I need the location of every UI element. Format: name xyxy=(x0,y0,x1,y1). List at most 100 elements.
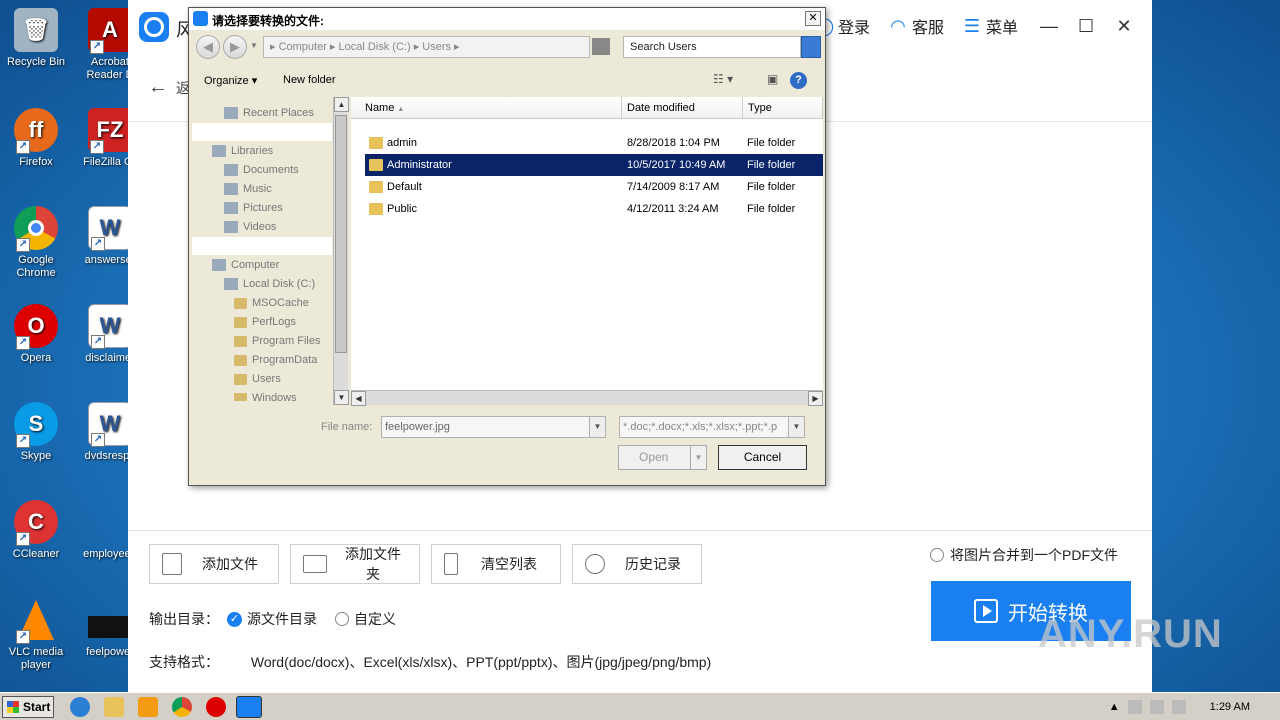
maximize-icon[interactable]: ☐ xyxy=(1078,16,1094,37)
customer-service-button[interactable]: ◠ 客服 xyxy=(888,14,944,38)
column-date-header[interactable]: Date modified xyxy=(622,97,743,119)
organize-label: Organize xyxy=(204,75,249,87)
network-icon[interactable] xyxy=(1149,700,1164,714)
nav-recent-places[interactable]: Recent Places xyxy=(224,107,314,119)
opera-icon[interactable] xyxy=(206,697,226,717)
column-type-header[interactable]: Type xyxy=(743,97,823,119)
scroll-left-icon[interactable]: ◀ xyxy=(351,391,366,406)
menu-button[interactable]: ☰ 菜单 xyxy=(962,14,1018,38)
dialog-title-bar: 请选择要转换的文件: ✕ xyxy=(189,8,825,30)
file-row[interactable]: admin 8/28/2018 1:04 PM File folder xyxy=(365,132,823,154)
nav-scrollbar[interactable]: ▲ ▼ xyxy=(333,97,349,405)
search-input[interactable]: Search Users xyxy=(623,36,801,58)
forward-nav-icon[interactable]: ▶ xyxy=(223,35,247,59)
history-button[interactable]: 历史记录 xyxy=(572,544,702,584)
add-folder-button[interactable]: 添加文件夹 xyxy=(290,544,420,584)
minimize-icon[interactable]: — xyxy=(1040,16,1058,37)
clock[interactable]: 1:29 AM xyxy=(1210,701,1250,713)
login-label: 登录 xyxy=(837,20,870,37)
view-options-icon[interactable]: ☷ ▾ xyxy=(713,72,733,86)
speaker-icon[interactable] xyxy=(1127,700,1142,714)
file-row-name: Public xyxy=(387,203,417,215)
nav-folder[interactable]: ProgramData xyxy=(234,354,317,366)
scroll-up-icon[interactable]: ▲ xyxy=(334,97,349,112)
desktop-icon-chrome[interactable]: ↗ Google Chrome xyxy=(0,206,72,280)
desktop-icon-skype[interactable]: S ↗ Skype xyxy=(0,402,72,463)
address-bar[interactable]: ▸ Computer ▸ Local Disk (C:) ▸ Users ▸ xyxy=(263,36,590,58)
list-hscrollbar[interactable]: ◀ ▶ xyxy=(351,390,823,406)
recent-places-icon xyxy=(224,107,238,119)
output-custom-option[interactable]: 自定义 xyxy=(335,609,396,629)
scroll-right-icon[interactable]: ▶ xyxy=(808,391,823,406)
filezilla-icon: FZ ↗ xyxy=(88,108,132,154)
column-name-header[interactable]: Name ▲ xyxy=(351,97,622,119)
back-button[interactable]: ← 返 xyxy=(148,76,190,99)
vlc-icon: ↗ xyxy=(14,598,58,644)
back-nav-icon[interactable]: ◀ xyxy=(196,35,220,59)
cancel-button[interactable]: Cancel xyxy=(718,445,807,470)
navigation-pane: Recent Places Libraries Documents Music … xyxy=(192,97,332,401)
chevron-down-icon[interactable]: ▼ xyxy=(788,417,804,437)
media-player-icon[interactable] xyxy=(138,697,158,717)
file-row-date: 7/14/2009 8:17 AM xyxy=(627,181,720,193)
search-icon[interactable] xyxy=(801,36,821,58)
add-file-button[interactable]: 添加文件 xyxy=(149,544,279,584)
chevron-down-icon[interactable]: ▼ xyxy=(690,446,706,469)
nav-documents[interactable]: Documents xyxy=(224,164,299,176)
tray-expand-icon[interactable]: ▲ xyxy=(1109,701,1120,713)
converter-app-taskbar-icon[interactable] xyxy=(236,696,262,718)
file-row[interactable]: Default 7/14/2009 8:17 AM File folder xyxy=(365,176,823,198)
refresh-icon[interactable] xyxy=(592,38,610,55)
custom-radio[interactable] xyxy=(335,612,349,626)
merge-label: 将图片合并到一个PDF文件 xyxy=(950,547,1118,563)
nav-folder[interactable]: Users xyxy=(234,373,281,385)
explorer-icon[interactable] xyxy=(104,697,124,717)
close-icon[interactable]: ✕ xyxy=(1116,16,1132,37)
help-icon[interactable]: ? xyxy=(790,72,807,89)
nav-folder[interactable]: Program Files xyxy=(234,335,320,347)
flag-icon[interactable] xyxy=(1171,700,1186,714)
open-button[interactable]: Open ▼ xyxy=(618,445,707,470)
nav-local-disk[interactable]: Local Disk (C:) xyxy=(224,278,315,290)
file-row[interactable]: Public 4/12/2011 3:24 AM File folder xyxy=(365,198,823,220)
nav-music-label: Music xyxy=(243,183,272,195)
chevron-down-icon[interactable]: ▼ xyxy=(589,417,605,437)
desktop-icon-ccleaner[interactable]: C ↗ CCleaner xyxy=(0,500,72,561)
nav-folder[interactable]: Windows xyxy=(234,392,297,401)
scroll-thumb[interactable] xyxy=(335,115,347,353)
documents-icon xyxy=(224,164,238,176)
lock-folder-icon xyxy=(369,137,383,149)
dialog-navbar: ◀ ▶ ▼ ▸ Computer ▸ Local Disk (C:) ▸ Use… xyxy=(193,34,821,60)
file-name-input[interactable]: feelpower.jpg ▼ xyxy=(381,416,606,438)
nav-videos[interactable]: Videos xyxy=(224,221,276,233)
output-source-option[interactable]: ✓ 源文件目录 xyxy=(227,609,317,629)
nav-folder[interactable]: MSOCache xyxy=(234,297,309,309)
nav-computer[interactable]: Computer xyxy=(212,259,279,271)
nav-libraries[interactable]: Libraries xyxy=(212,145,273,157)
file-type-select[interactable]: *.doc;*.docx;*.xls;*.xlsx;*.ppt;*.p ▼ xyxy=(619,416,805,438)
desktop-icon-vlc[interactable]: ↗ VLC media player xyxy=(0,598,72,672)
ie-icon[interactable] xyxy=(70,697,90,717)
clear-list-button[interactable]: 清空列表 xyxy=(431,544,561,584)
scroll-down-icon[interactable]: ▼ xyxy=(334,390,349,405)
nav-folder[interactable]: PerfLogs xyxy=(234,316,296,328)
preview-pane-icon[interactable]: ▣ xyxy=(767,72,778,86)
desktop-icon-opera[interactable]: O ↗ Opera xyxy=(0,304,72,365)
nav-music[interactable]: Music xyxy=(224,183,272,195)
dialog-close-button[interactable]: ✕ xyxy=(805,11,821,26)
file-row-name: Administrator xyxy=(387,159,452,171)
merge-pdf-option[interactable]: 将图片合并到一个PDF文件 xyxy=(930,545,1118,565)
new-folder-button[interactable]: New folder xyxy=(283,74,336,86)
merge-radio[interactable] xyxy=(930,548,944,562)
organize-menu[interactable]: Organize ▾ xyxy=(204,74,257,87)
folder-icon xyxy=(234,392,247,401)
chrome-icon[interactable] xyxy=(172,697,192,717)
file-row-selected[interactable]: Administrator 10/5/2017 10:49 AM File fo… xyxy=(365,154,823,176)
recent-locations-icon[interactable]: ▼ xyxy=(250,41,258,50)
checked-icon[interactable]: ✓ xyxy=(227,611,242,627)
desktop-icon-firefox[interactable]: ff ↗ Firefox xyxy=(0,108,72,169)
folder-icon xyxy=(369,181,383,193)
nav-pictures[interactable]: Pictures xyxy=(224,202,283,214)
start-button[interactable]: Start xyxy=(2,696,54,718)
desktop-icon-recycle-bin[interactable]: 🗑 Recycle Bin xyxy=(0,8,72,69)
